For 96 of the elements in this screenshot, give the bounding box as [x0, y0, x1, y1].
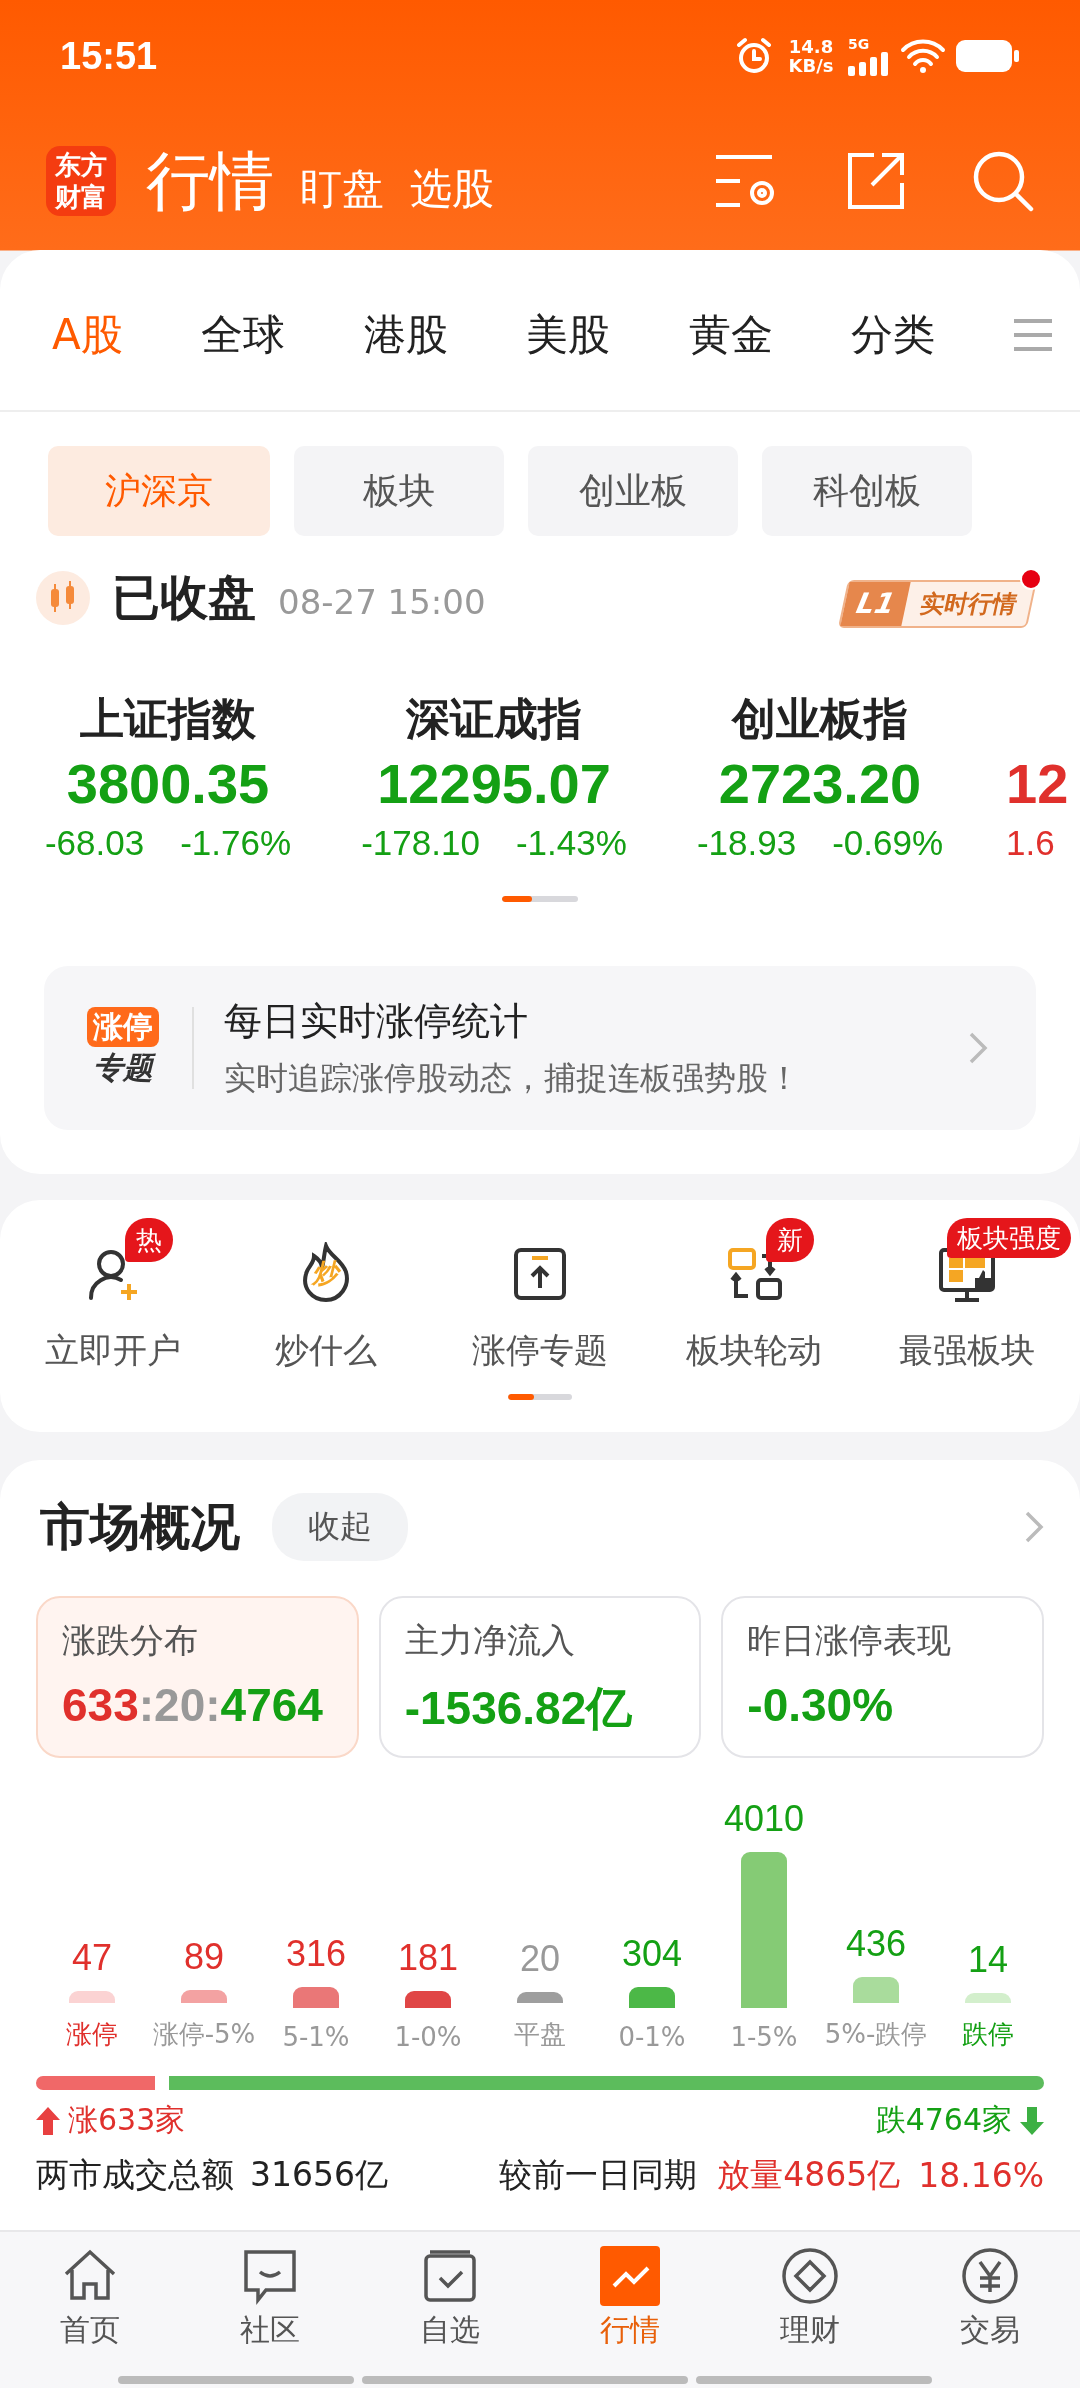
- stat-label: 昨日涨停表现: [747, 1619, 953, 1662]
- stat-value: 633:20:4764: [62, 1678, 324, 1732]
- yen-icon: [960, 2246, 1020, 2306]
- index-value: 2723.20: [718, 751, 922, 817]
- nav-tab[interactable]: 社区: [200, 2246, 340, 2388]
- bar-count: 436: [845, 1923, 907, 1966]
- bar-label: 涨停-5%: [152, 2018, 256, 2051]
- badge: 热: [124, 1218, 173, 1262]
- stat-card[interactable]: 主力净流入 -1536.82亿: [378, 1596, 702, 1758]
- stat-value: -1536.82亿: [404, 1681, 634, 1736]
- bar-label: 0-1%: [618, 2022, 686, 2052]
- candlestick-icon: [36, 571, 90, 625]
- icon-glyph: 炒: [312, 1257, 339, 1290]
- bar-count: 316: [285, 1932, 347, 1975]
- bar-count: 20: [519, 1938, 560, 1981]
- bar-count: 181: [397, 1937, 459, 1980]
- arrow-down-icon: [1020, 2106, 1044, 2135]
- filter-chip[interactable]: 科创板: [762, 446, 972, 536]
- clock-time: 15:51: [60, 34, 158, 78]
- chevron-right-icon[interactable]: [1024, 1510, 1044, 1544]
- market-tab[interactable]: 港股: [363, 287, 448, 383]
- chevron-right-icon: [968, 1031, 988, 1065]
- stat-label: 主力净流入: [404, 1619, 576, 1662]
- shortcut-item[interactable]: 炒 炒什么: [226, 1210, 427, 1374]
- network-speed: 14.8 KB/s: [787, 37, 835, 75]
- alarm-icon: [734, 36, 774, 76]
- stat-card[interactable]: 涨跌分布 633:20:4764: [36, 1596, 359, 1758]
- stat-value: -0.30%: [747, 1678, 895, 1732]
- signal-icon: [848, 51, 890, 76]
- bar-label: 5-1%: [282, 2022, 350, 2052]
- index-change: 1.6: [1006, 822, 1055, 864]
- battery-icon: [956, 38, 1020, 74]
- bar-label: 跌停: [962, 2018, 1014, 2051]
- market-tab[interactable]: 全球: [201, 287, 286, 383]
- bar-count: 14: [967, 1938, 1008, 1981]
- search-icon[interactable]: [972, 150, 1034, 212]
- app-logo: 东方财富: [46, 146, 116, 216]
- compare-percent: 18.16%: [918, 2156, 1044, 2195]
- market-status: 已收盘: [112, 568, 256, 627]
- index-value: 12: [1006, 751, 1069, 817]
- nav-tab[interactable]: 交易: [920, 2246, 1060, 2388]
- shortcut-item[interactable]: 新 板块轮动: [653, 1210, 854, 1374]
- turnover-label: 两市成交总额: [36, 2154, 234, 2196]
- index-name: 深证成指: [406, 692, 582, 746]
- index-value: 3800.35: [66, 751, 270, 817]
- line-chart-icon: [600, 2246, 660, 2306]
- nav-tab[interactable]: 自选: [380, 2246, 520, 2388]
- bar-label: 平盘: [514, 2018, 566, 2051]
- index-name: 上证指数: [80, 692, 256, 746]
- filter-chip[interactable]: 创业板: [528, 446, 738, 536]
- index-name: 创业板指: [732, 692, 908, 746]
- index-percent: -0.69%: [832, 822, 944, 864]
- menu-icon[interactable]: [1013, 318, 1052, 352]
- turnover-value: 31656亿: [250, 2154, 388, 2196]
- rise-count: 涨633家: [68, 2101, 186, 2139]
- market-tab[interactable]: 黄金: [688, 287, 773, 383]
- bar-label: 5%-跌停: [824, 2018, 928, 2051]
- badge: 板块强度: [947, 1218, 1072, 1258]
- arrow-up-icon: [36, 2106, 60, 2135]
- banner-logo-tag: 涨停: [87, 1007, 159, 1047]
- index-change: -68.03: [44, 822, 145, 864]
- index-change: -178.10: [361, 822, 480, 864]
- badge: 新: [765, 1218, 814, 1262]
- bar-label: 1-5%: [730, 2022, 798, 2052]
- promo-banner[interactable]: 涨停 专题 每日实时涨停统计 实时追踪涨停股动态，捕捉连板强势股！: [44, 966, 1036, 1130]
- banner-subtitle: 实时追踪涨停股动态，捕捉连板强势股！: [224, 1057, 801, 1099]
- bar-label: 1-0%: [394, 2022, 462, 2052]
- bar-count: 89: [183, 1935, 224, 1978]
- market-tab[interactable]: 美股: [526, 287, 611, 383]
- banner-title: 每日实时涨停统计: [224, 997, 529, 1045]
- fall-count: 跌4764家: [875, 2101, 1012, 2139]
- index-percent: -1.43%: [515, 822, 627, 864]
- shortcut-item[interactable]: 热 立即开户: [12, 1210, 213, 1374]
- network-type: 5G: [848, 36, 870, 52]
- market-tab[interactable]: 分类: [851, 287, 936, 383]
- index-value: 12295.07: [377, 751, 611, 817]
- stat-card[interactable]: 昨日涨停表现 -0.30%: [721, 1596, 1044, 1758]
- share-icon[interactable]: [846, 151, 906, 211]
- bar-count: 304: [621, 1932, 683, 1975]
- wifi-icon: [900, 38, 946, 74]
- shortcut-item[interactable]: 涨停专题: [440, 1210, 640, 1374]
- index-percent: -1.76%: [180, 822, 292, 864]
- status-time: 08-27 15:00: [278, 582, 486, 622]
- page-title: 行情: [146, 142, 274, 220]
- stat-label: 涨跌分布: [62, 1619, 199, 1662]
- compare-value: 放量4865亿: [717, 2154, 901, 2196]
- nav-tab[interactable]: 理财: [740, 2246, 880, 2388]
- bar-count: 47: [71, 1937, 112, 1980]
- nav-tab[interactable]: 首页: [20, 2246, 160, 2388]
- collapse-button[interactable]: 收起: [272, 1493, 408, 1561]
- bar-label: 涨停: [66, 2018, 118, 2051]
- compare-label: 较前一日同期: [499, 2154, 698, 2196]
- section-title: 市场概况: [40, 1496, 240, 1558]
- bar-count: 4010: [723, 1798, 805, 1840]
- filter-chip[interactable]: 板块: [294, 446, 504, 536]
- index-change: -18.93: [696, 822, 797, 864]
